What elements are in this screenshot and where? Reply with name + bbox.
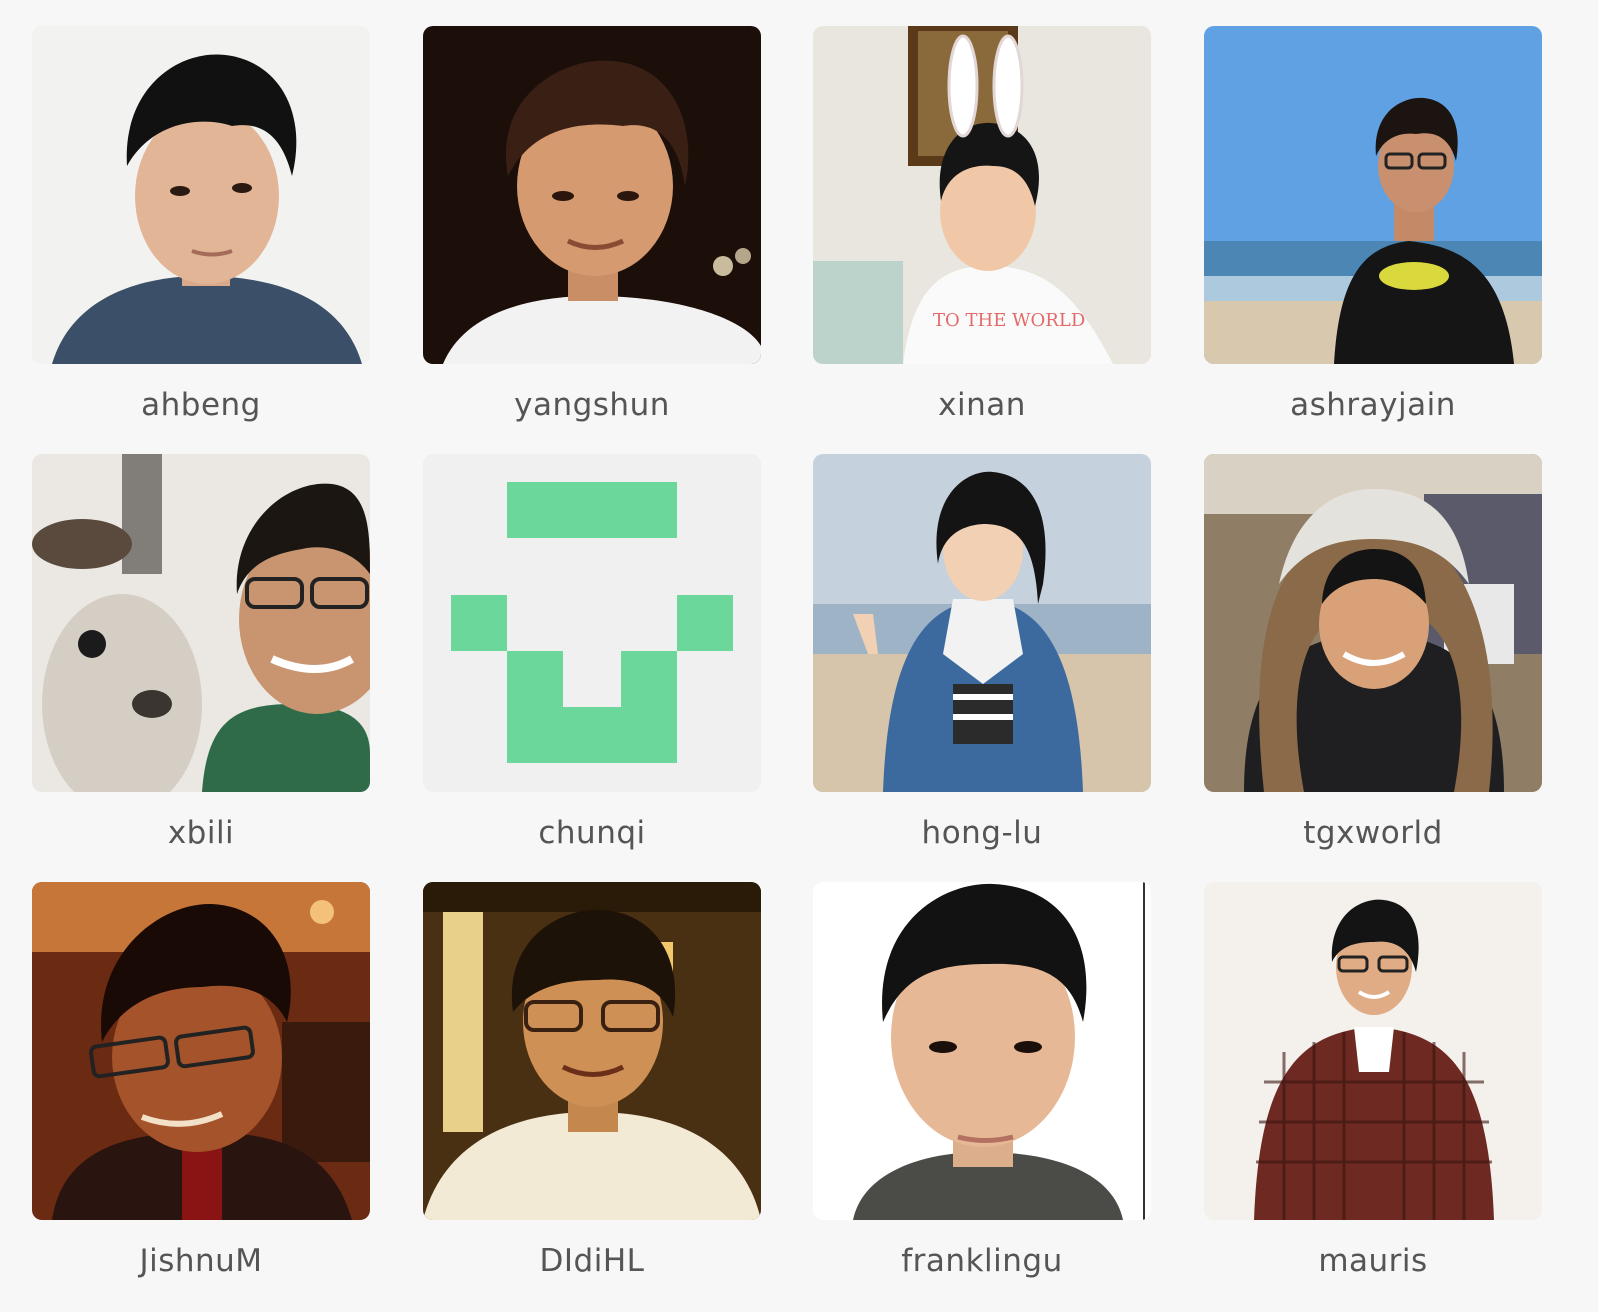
contributor-card-hong-lu[interactable]: hong-lu [813, 454, 1151, 853]
avatar [32, 454, 370, 792]
person-photo-icon [813, 882, 1151, 1220]
avatar [813, 454, 1151, 792]
contributor-username: hong-lu [921, 815, 1043, 851]
avatar [423, 882, 761, 1220]
contributor-card-franklingu[interactable]: franklingu [813, 882, 1151, 1281]
contributor-username: franklingu [901, 1243, 1063, 1279]
contributor-username: chunqi [538, 815, 646, 851]
contributor-card-yangshun[interactable]: yangshun [423, 26, 761, 425]
person-photo-icon [1204, 26, 1542, 364]
contributor-username: xbili [167, 815, 235, 851]
svg-text:TO THE WORLD: TO THE WORLD [933, 310, 1085, 331]
person-photo-icon [423, 26, 761, 364]
person-photo-icon [423, 882, 761, 1220]
contributor-username: ashrayjain [1290, 387, 1456, 423]
avatar [423, 454, 761, 792]
contributor-card-JishnuM[interactable]: JishnuM [32, 882, 370, 1281]
avatar [1204, 882, 1542, 1220]
identicon-icon [423, 454, 761, 792]
person-photo-icon [813, 454, 1151, 792]
contributor-username: JishnuM [139, 1243, 263, 1279]
contributor-card-tgxworld[interactable]: tgxworld [1204, 454, 1542, 853]
contributor-username: tgxworld [1303, 815, 1443, 851]
contributor-card-chunqi[interactable]: chunqi [423, 454, 761, 853]
avatar [423, 26, 761, 364]
contributor-card-mauris[interactable]: mauris [1204, 882, 1542, 1281]
person-photo-icon [32, 26, 370, 364]
contributor-card-ashrayjain[interactable]: ashrayjain [1204, 26, 1542, 425]
person-photo-icon [32, 882, 370, 1220]
person-photo-icon: TO THE WORLD [813, 26, 1151, 364]
contributor-card-xinan[interactable]: TO THE WORLD xinan [813, 26, 1151, 425]
contributor-username: xinan [938, 387, 1026, 423]
contributor-card-DIdiHL[interactable]: DIdiHL [423, 882, 761, 1281]
contributor-card-xbili[interactable]: xbili [32, 454, 370, 853]
person-photo-icon [1204, 454, 1542, 792]
avatar: TO THE WORLD [813, 26, 1151, 364]
person-photo-icon [1204, 882, 1542, 1220]
avatar [32, 882, 370, 1220]
avatar [1204, 454, 1542, 792]
contributors-grid: ahbeng yangshun TO THE WORLD xinan ashra… [0, 0, 1598, 1312]
avatar [1204, 26, 1542, 364]
person-photo-icon [32, 454, 370, 792]
avatar [813, 882, 1151, 1220]
contributor-username: mauris [1318, 1243, 1428, 1279]
contributor-card-ahbeng[interactable]: ahbeng [32, 26, 370, 425]
contributor-username: DIdiHL [539, 1243, 645, 1279]
contributor-username: yangshun [514, 387, 670, 423]
contributor-username: ahbeng [141, 387, 261, 423]
avatar [32, 26, 370, 364]
